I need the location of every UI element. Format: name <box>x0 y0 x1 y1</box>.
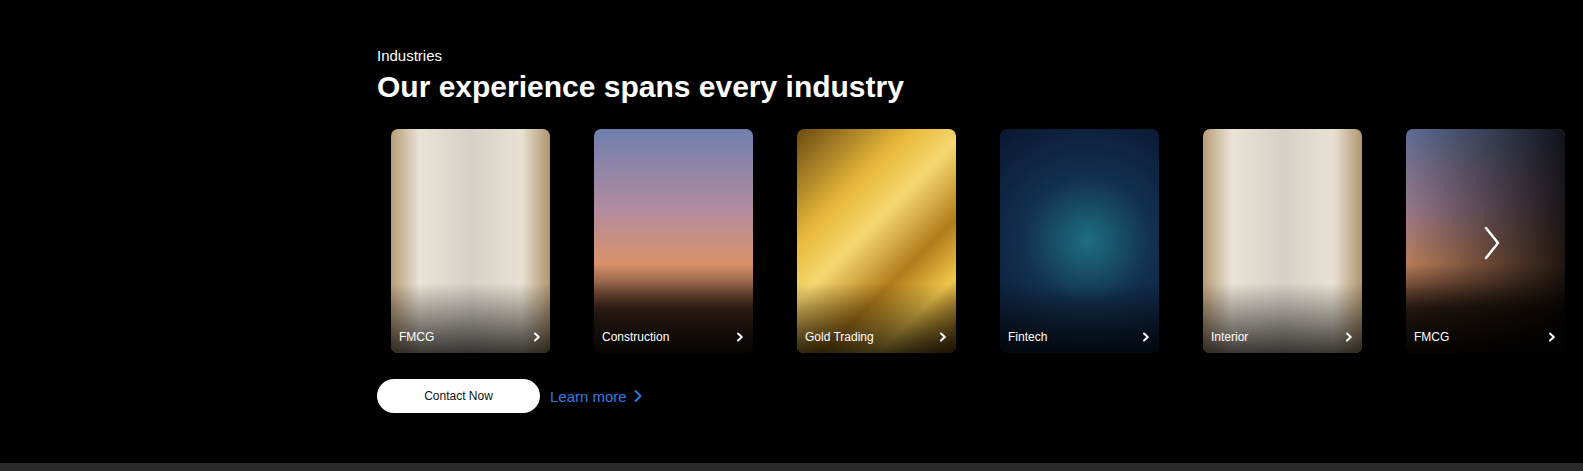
industry-card[interactable]: Construction <box>594 129 753 353</box>
card-label: Gold Trading <box>805 329 874 345</box>
chevron-right-icon <box>735 332 745 342</box>
card-footer: Fintech <box>1008 329 1151 345</box>
card-label: FMCG <box>1414 329 1449 345</box>
industry-card[interactable]: Fintech <box>1000 129 1159 353</box>
learn-more-link[interactable]: Learn more <box>550 388 643 405</box>
card-footer: FMCG <box>399 329 542 345</box>
chevron-right-icon <box>1141 332 1151 342</box>
card-label: FMCG <box>399 329 434 345</box>
action-row: Contact Now Learn more <box>377 379 1583 413</box>
card-footer: FMCG <box>1414 329 1557 345</box>
industry-card[interactable]: Interior <box>1203 129 1362 353</box>
industries-page: Industries Our experience spans every ind… <box>0 0 1583 471</box>
section-title: Our experience spans every industry <box>377 69 1583 105</box>
chevron-right-icon <box>938 332 948 342</box>
card-footer: Gold Trading <box>805 329 948 345</box>
industry-card[interactable]: FMCG <box>391 129 550 353</box>
industries-section: Industries Our experience spans every ind… <box>0 0 1583 463</box>
industry-carousel: FMCG Construction Gold Trading Fintech Inter… <box>377 129 1583 353</box>
section-label: Industries <box>377 47 1583 65</box>
industry-card[interactable]: FMCG <box>1406 129 1565 353</box>
next-arrow-icon[interactable] <box>1482 225 1502 261</box>
contact-button[interactable]: Contact Now <box>377 379 540 413</box>
chevron-right-icon <box>1547 332 1557 342</box>
card-label: Interior <box>1211 329 1248 345</box>
industry-card[interactable]: Gold Trading <box>797 129 956 353</box>
card-label: Fintech <box>1008 329 1047 345</box>
footer-strip <box>0 463 1583 471</box>
card-footer: Construction <box>602 329 745 345</box>
chevron-right-icon <box>532 332 542 342</box>
chevron-right-icon <box>1344 332 1354 342</box>
card-footer: Interior <box>1211 329 1354 345</box>
chevron-right-icon <box>633 389 643 403</box>
card-label: Construction <box>602 329 669 345</box>
